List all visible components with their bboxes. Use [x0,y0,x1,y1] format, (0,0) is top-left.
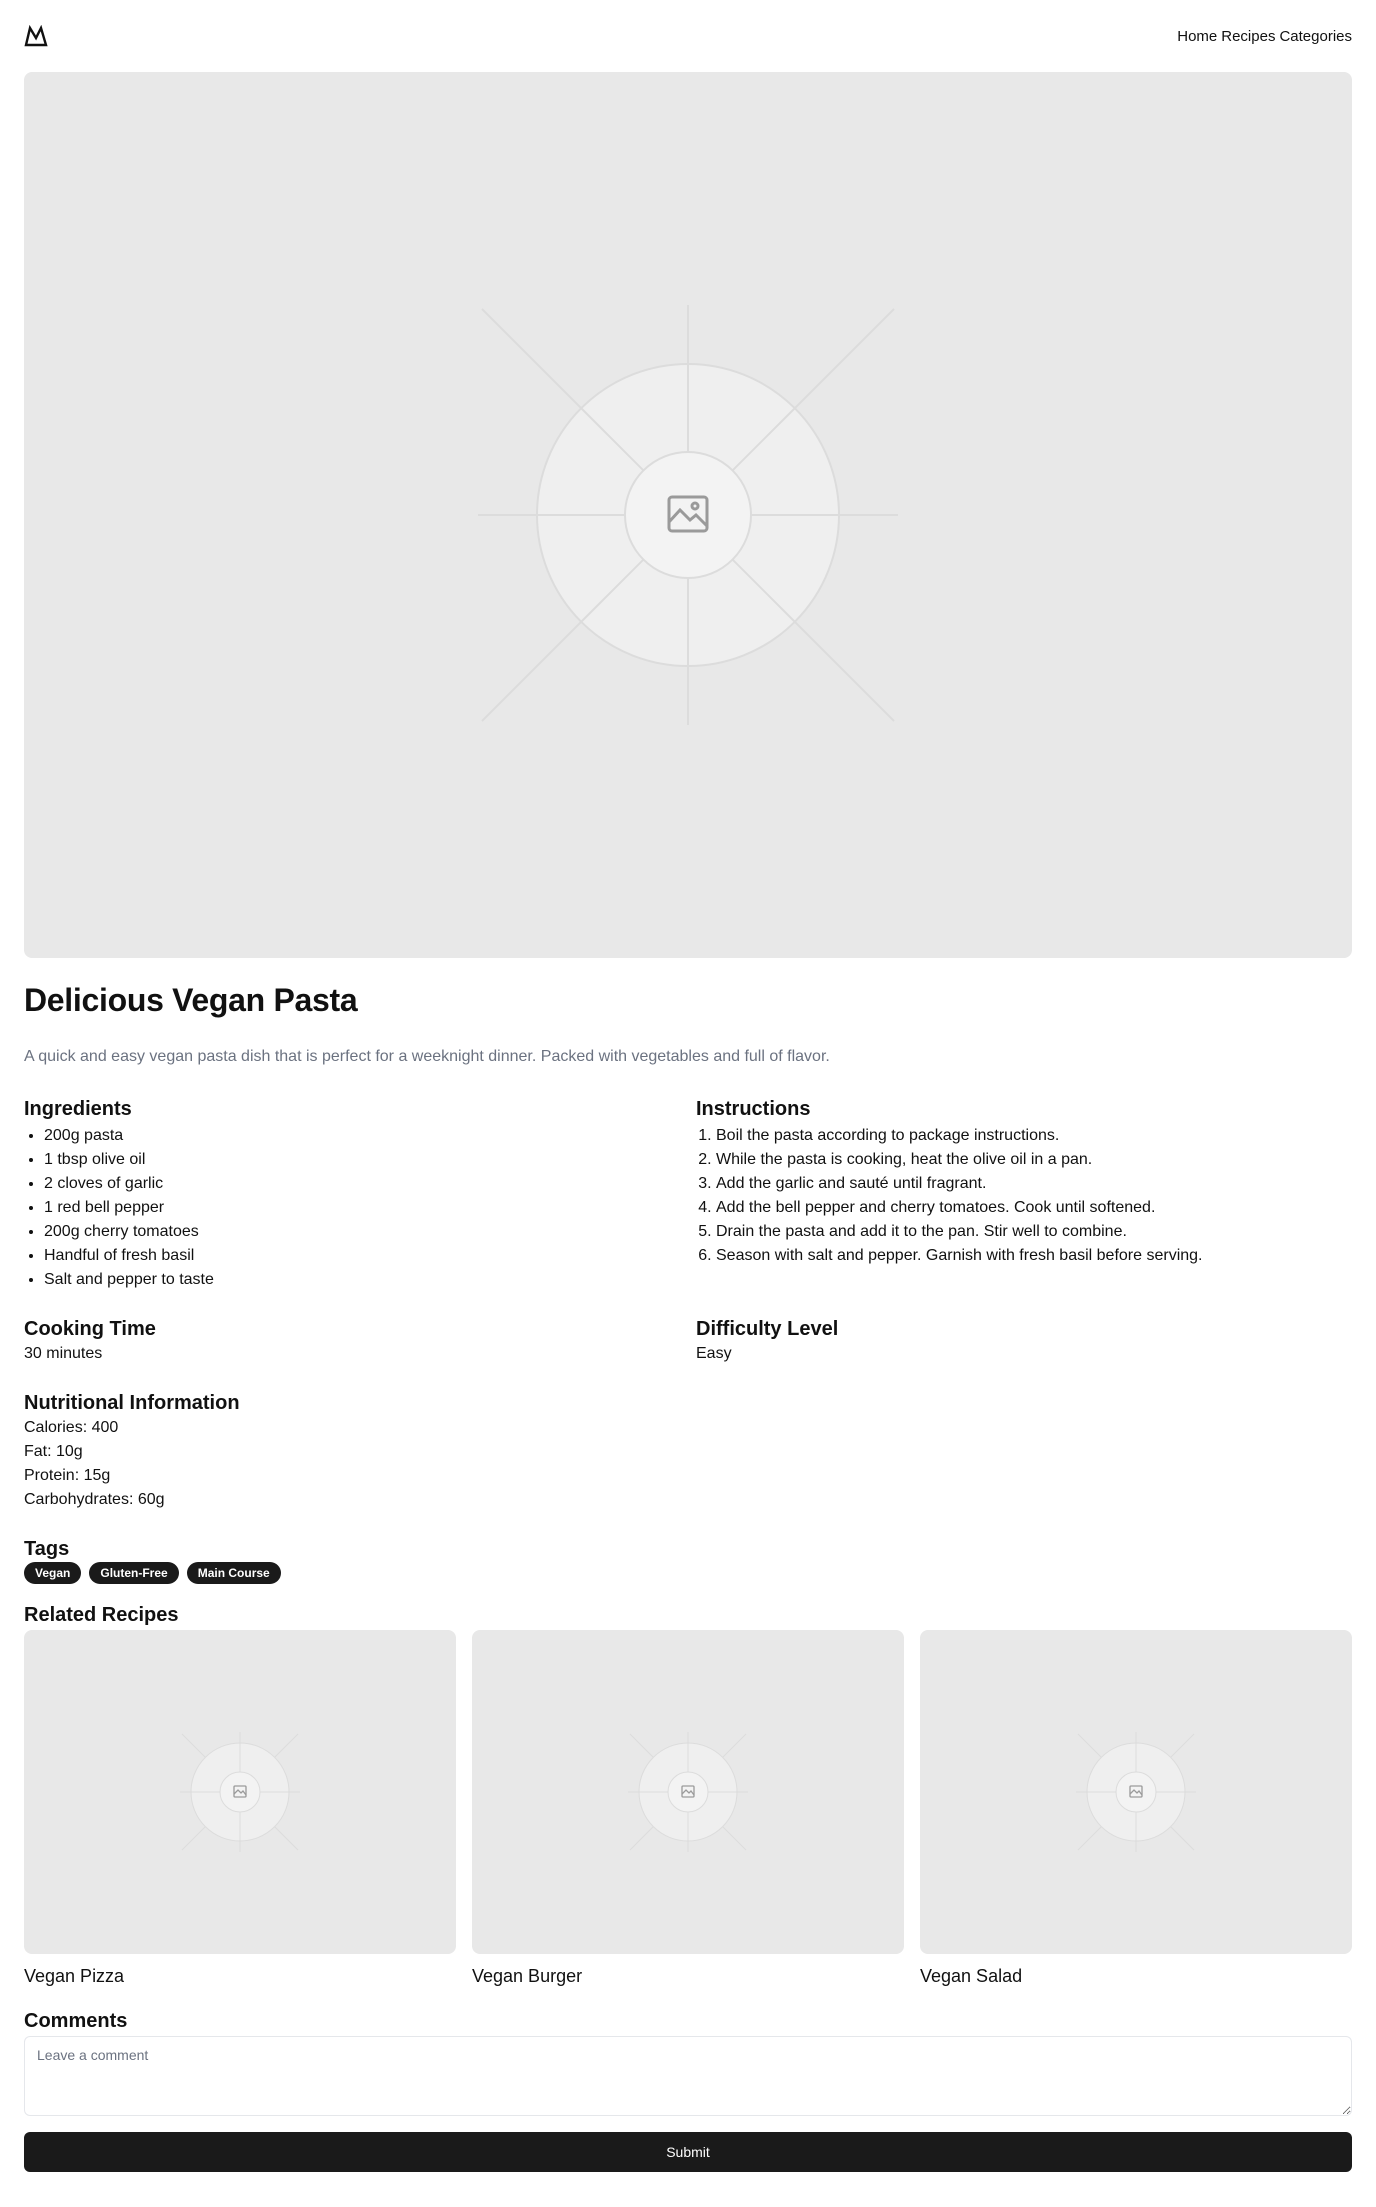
tag-main-course[interactable]: Main Course [186,1562,281,1584]
tags-heading: Tags [24,1538,70,1560]
nutrition-section: Nutritional Information Calories: 400 Fa… [24,1390,1352,1512]
related-card-vegan-pizza[interactable]: Vegan Pizza [24,1630,456,1988]
list-item: Salt and pepper to taste [44,1268,696,1292]
nutrition-carbohydrates: Carbohydrates: 60g [24,1491,165,1508]
recipe-title: Delicious Vegan Pasta [24,982,358,1018]
list-item: 200g pasta [44,1124,696,1148]
nutrition-calories: Calories: 400 [24,1419,119,1436]
site-header: Home Recipes Categories [24,0,1352,72]
logo-link[interactable] [24,25,48,47]
comment-input[interactable] [24,2036,1352,2116]
list-item: Season with salt and pepper. Garnish wit… [716,1244,1352,1268]
comments-section: Comments Submit [24,2008,1352,2172]
list-item: Add the garlic and sauté until fragrant. [716,1172,1352,1196]
main-nav: Home Recipes Categories [1177,28,1352,45]
ingredients-instructions: Ingredients 200g pasta 1 tbsp olive oil … [24,1096,1352,1292]
instructions-list: Boil the pasta according to package inst… [696,1124,1352,1268]
ingredients-section: Ingredients 200g pasta 1 tbsp olive oil … [24,1096,696,1292]
related-image [472,1630,904,1954]
ingredients-list: 200g pasta 1 tbsp olive oil 2 cloves of … [24,1124,696,1292]
nutrition-protein: Protein: 15g [24,1467,111,1484]
tag-vegan[interactable]: Vegan [24,1562,82,1584]
hero-image [24,72,1352,958]
tag-gluten-free[interactable]: Gluten-Free [89,1562,179,1584]
related-card-vegan-burger[interactable]: Vegan Burger [472,1630,904,1988]
difficulty-section: Difficulty Level Easy [696,1316,1352,1366]
related-title[interactable]: Vegan Salad [920,1964,1352,1988]
submit-button[interactable]: Submit [24,2132,1352,2172]
list-item: Drain the pasta and add it to the pan. S… [716,1220,1352,1244]
list-item: 1 red bell pepper [44,1196,696,1220]
related-image [24,1630,456,1954]
mountain-logo-icon [24,25,48,47]
recipe-page: Home Recipes Categories Delicious Vegan … [0,0,1376,2172]
instructions-section: Instructions Boil the pasta according to… [696,1096,1352,1292]
list-item: 1 tbsp olive oil [44,1148,696,1172]
related-recipes-section: Related Recipes Vegan Pizza Vegan Burger… [24,1602,1352,1988]
comments-heading: Comments [24,2010,128,2032]
related-card-vegan-salad[interactable]: Vegan Salad [920,1630,1352,1988]
ingredients-heading: Ingredients [24,1098,132,1120]
related-image [920,1630,1352,1954]
list-item: 200g cherry tomatoes [44,1220,696,1244]
instructions-heading: Instructions [696,1098,811,1120]
nav-categories[interactable]: Categories [1279,28,1352,45]
difficulty-heading: Difficulty Level [696,1318,839,1340]
nav-home[interactable]: Home [1177,28,1217,45]
list-item: Add the bell pepper and cherry tomatoes.… [716,1196,1352,1220]
image-placeholder-icon [628,1732,748,1852]
list-item: Boil the pasta according to package inst… [716,1124,1352,1148]
list-item: 2 cloves of garlic [44,1172,696,1196]
image-placeholder-icon [478,305,898,725]
difficulty-value: Easy [696,1345,732,1362]
related-cards: Vegan Pizza Vegan Burger Vegan Salad [24,1630,1352,1988]
time-difficulty: Cooking Time 30 minutes Difficulty Level… [24,1316,1352,1366]
nav-recipes[interactable]: Recipes [1221,28,1275,45]
image-placeholder-icon [180,1732,300,1852]
related-title[interactable]: Vegan Burger [472,1964,904,1988]
related-heading: Related Recipes [24,1604,179,1626]
image-placeholder-icon [1076,1732,1196,1852]
related-title[interactable]: Vegan Pizza [24,1964,456,1988]
nutrition-heading: Nutritional Information [24,1392,240,1414]
cooking-time-value: 30 minutes [24,1345,103,1362]
list-item: While the pasta is cooking, heat the oli… [716,1148,1352,1172]
recipe-description: A quick and easy vegan pasta dish that i… [24,1048,830,1065]
list-item: Handful of fresh basil [44,1244,696,1268]
tags-section: Tags Vegan Gluten-Free Main Course [24,1536,1352,1584]
nutrition-fat: Fat: 10g [24,1443,83,1460]
cooking-time-section: Cooking Time 30 minutes [24,1316,696,1366]
cooking-time-heading: Cooking Time [24,1318,156,1340]
tag-list: Vegan Gluten-Free Main Course [24,1562,1352,1584]
